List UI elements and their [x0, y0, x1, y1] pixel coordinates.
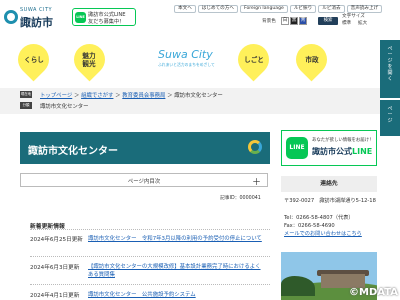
foreign-language-link[interactable]: Foreign language: [239, 5, 288, 13]
side-tab-label-2: ページ: [387, 106, 393, 124]
image-credit: ©MDATA: [349, 287, 398, 298]
city-emblem-icon: [4, 10, 18, 24]
text-size-label: 文字サイズ: [342, 14, 365, 19]
line-promo-banner[interactable]: LINE 諏訪市公式LINE 友だち募集中！: [72, 8, 136, 26]
toc-label: ページ内目次: [127, 179, 161, 185]
photo-trees: [281, 276, 315, 296]
current-location-badge: 現在地: [20, 91, 32, 98]
line-promo-subtitle: 友だち募集中！: [88, 19, 125, 25]
breadcrumb-home-link[interactable]: トップページ: [40, 93, 72, 99]
ruby-off-button[interactable]: ルビ消去: [318, 5, 345, 13]
divider: [30, 256, 270, 257]
nav-item-city-admin[interactable]: 市政: [292, 56, 332, 64]
bg-black-swatch[interactable]: 黒: [290, 17, 298, 25]
update-link[interactable]: 諏訪市文化センター 令和7年3月以降の利用の予約受付の停止について: [88, 235, 264, 243]
line-banner-title: 諏訪市公式LINE: [312, 146, 372, 157]
article-id: 記事ID：0000041: [220, 196, 261, 201]
suwa-city-tagline: ふれあいと活力のまちをめざして: [158, 62, 215, 67]
nav-item-work[interactable]: しごと: [234, 56, 274, 64]
breadcrumb-board-link[interactable]: 教育委員会事務局: [122, 93, 165, 99]
logo-japanese: 諏訪市: [20, 16, 53, 29]
toc-toggle-button[interactable]: ページ内目次 ＋: [20, 173, 268, 188]
logo-english: SUWA CITY: [20, 7, 53, 13]
update-date: 2024年6月25日更新: [30, 237, 83, 243]
contact-mail-link[interactable]: メールでのお問い合わせはこちら: [284, 230, 362, 238]
ruby-on-button[interactable]: ルビ振り: [289, 5, 317, 13]
breadcrumb-sep-icon: ＞: [73, 93, 82, 99]
contact-fax: Fax：0266-58-4690: [284, 223, 335, 229]
first-visit-link[interactable]: はじめての方へ: [197, 5, 238, 13]
contact-heading: 連絡先: [281, 176, 377, 192]
title-ring-icon: [248, 140, 262, 154]
search-button[interactable]: 検索: [318, 17, 338, 25]
line-icon: LINE: [75, 12, 86, 23]
update-link[interactable]: 諏訪市文化センター 公共施設予約システム: [88, 291, 264, 299]
update-date: 2024年6月3日更新: [30, 265, 80, 271]
line-banner-subtitle: あなたが欲しい情報をお届け！: [312, 138, 374, 143]
page-title-band: 諏訪市文化センター: [20, 132, 270, 164]
category-badge: 分類: [20, 102, 32, 109]
site-logo[interactable]: SUWA CITY 諏訪市: [4, 6, 53, 30]
bg-white-swatch[interactable]: 白: [281, 17, 289, 25]
line-promo-title: 諏訪市公式LINE: [88, 12, 126, 18]
nav-item-attractions[interactable]: 魅力 観光: [69, 52, 109, 68]
page-title: 諏訪市文化センター: [28, 146, 118, 157]
contact-tel: Tel：0266-58-4807（代表）: [284, 215, 354, 221]
breadcrumb-path: トップページ ＞ 組織でさがす ＞ 教育委員会事務局 ＞ 諏訪市文化センター: [40, 91, 223, 99]
side-tab-page-open[interactable]: ページを開く: [380, 40, 400, 98]
plus-icon: ＋: [251, 178, 261, 188]
photo-building: [321, 274, 365, 288]
breadcrumb-org-link[interactable]: 組織でさがす: [81, 93, 113, 99]
line-banner-title-a: 諏訪市公式: [312, 147, 352, 156]
breadcrumb: 現在地 トップページ ＞ 組織でさがす ＞ 教育委員会事務局 ＞ 諏訪市文化セン…: [0, 88, 380, 114]
suwa-city-brand: Suwa City: [158, 48, 213, 61]
bg-blue-swatch[interactable]: 青: [299, 17, 307, 25]
official-line-banner[interactable]: LINE あなたが欲しい情報をお届け！ 諏訪市公式LINE: [281, 130, 377, 166]
update-link[interactable]: 【諏訪市文化センターの大規模改修】基本設計業務完了時におけるよくある質問集: [88, 263, 264, 279]
skip-to-content-link[interactable]: 本文へ: [174, 5, 196, 13]
side-tab-label: ページを開く: [387, 46, 393, 82]
read-aloud-button[interactable]: 音声読み上げ: [346, 5, 383, 13]
background-color-label: 背景色: [262, 19, 276, 24]
nav-item-living[interactable]: くらし: [14, 56, 54, 64]
contact-address: 〒392-0027 諏訪市湖岸通り5-12-18: [284, 198, 376, 204]
main-nav: くらし 魅力 観光 Suwa City ふれあいと活力のまちをめざして しごと …: [0, 34, 380, 86]
line-app-icon: LINE: [286, 137, 308, 159]
category-value: 諏訪市文化センター: [40, 104, 89, 110]
side-tab-page[interactable]: ページ: [380, 100, 400, 136]
breadcrumb-current: 諏訪市文化センター: [174, 93, 223, 99]
divider: [30, 284, 270, 285]
top-utility-links: 本文へ はじめての方へ Foreign language ルビ振り ルビ消去 音…: [174, 5, 384, 13]
text-size-standard-button[interactable]: 標準: [342, 20, 351, 26]
line-banner-title-b: LINE: [352, 147, 373, 156]
text-size-large-button[interactable]: 拡大: [358, 20, 367, 26]
update-date: 2024年4月1日更新: [30, 293, 80, 299]
divider: [30, 229, 270, 230]
